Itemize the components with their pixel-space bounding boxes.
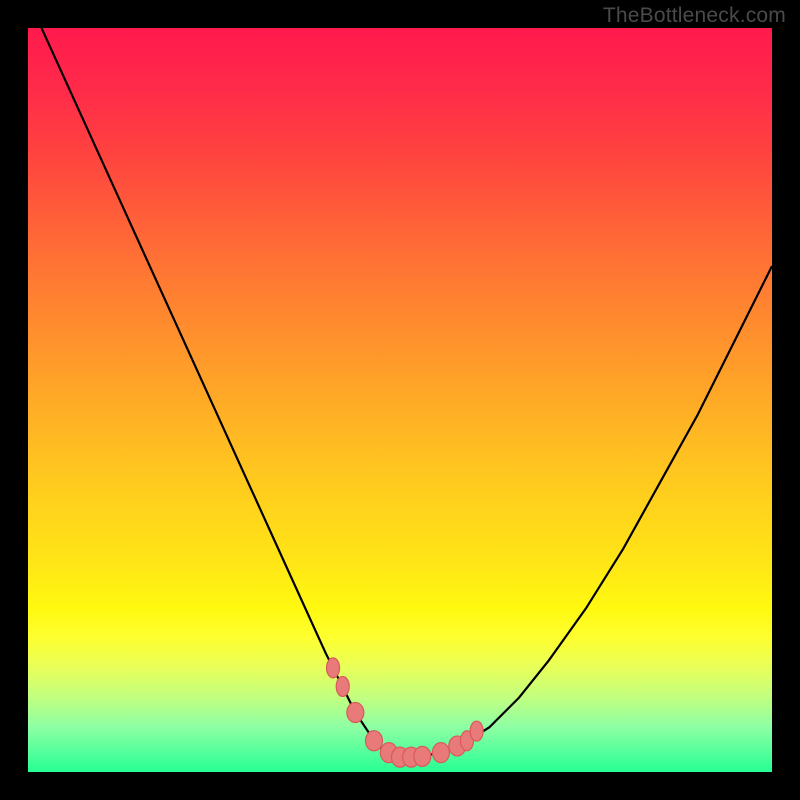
bottleneck-curve	[28, 28, 772, 757]
curve-marker	[347, 702, 364, 722]
chart-frame: TheBottleneck.com	[0, 0, 800, 800]
plot-area	[28, 28, 772, 772]
curve-marker	[470, 721, 483, 741]
curve-marker	[414, 746, 431, 766]
curve-marker	[365, 731, 382, 751]
chart-svg	[28, 28, 772, 772]
watermark-text: TheBottleneck.com	[603, 4, 786, 28]
curve-marker	[336, 676, 349, 696]
marker-group	[327, 658, 484, 767]
curve-marker	[327, 658, 340, 678]
curve-marker	[432, 743, 449, 763]
